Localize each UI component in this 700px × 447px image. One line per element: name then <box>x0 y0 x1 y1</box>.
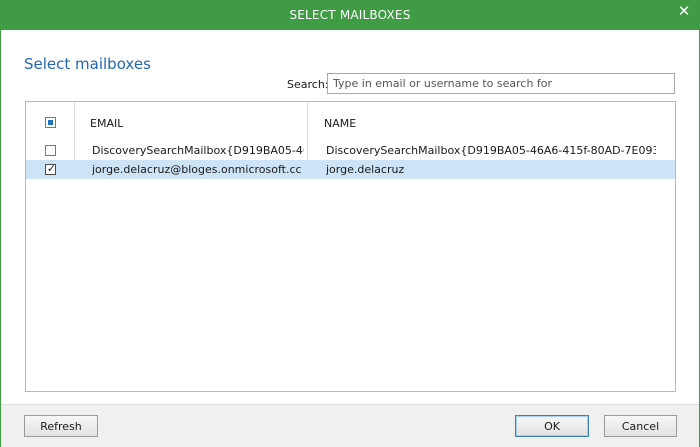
close-button[interactable]: ✕ <box>669 1 699 23</box>
row-checkbox[interactable]: ✓ <box>45 162 57 175</box>
row-checkbox[interactable] <box>45 145 56 156</box>
email-cell: jorge.delacruz@bloges.onmicrosoft.cc <box>92 163 302 176</box>
email-cell: DiscoverySearchMailbox{D919BA05-46 <box>92 144 304 157</box>
table-row[interactable]: DiscoverySearchMailbox{D919BA05-46 Disco… <box>26 141 675 160</box>
name-cell: DiscoverySearchMailbox{D919BA05-46A6-415… <box>326 144 656 157</box>
select-all-checkbox[interactable] <box>45 117 56 128</box>
column-header-email[interactable]: EMAIL <box>90 117 123 130</box>
dialog-window: SELECT MAILBOXES ✕ Select mailboxes Sear… <box>0 0 700 447</box>
search-input[interactable] <box>327 73 675 94</box>
mailbox-grid: EMAIL NAME DiscoverySearchMailbox{D919BA… <box>25 101 676 392</box>
checkmark-icon: ✓ <box>46 162 57 175</box>
grid-header: EMAIL NAME <box>26 102 675 142</box>
name-cell: jorge.delacruz <box>326 163 405 176</box>
ok-button[interactable]: OK <box>515 415 589 437</box>
cancel-button[interactable]: Cancel <box>604 415 677 437</box>
close-icon: ✕ <box>677 2 691 20</box>
search-label: Search: <box>287 78 329 91</box>
refresh-button[interactable]: Refresh <box>24 415 98 437</box>
column-header-name[interactable]: NAME <box>324 117 356 130</box>
dialog-footer: Refresh OK Cancel <box>1 404 699 447</box>
title-bar: SELECT MAILBOXES ✕ <box>1 1 699 30</box>
page-heading: Select mailboxes <box>24 55 151 73</box>
table-row[interactable]: ✓ jorge.delacruz@bloges.onmicrosoft.cc j… <box>26 160 675 179</box>
window-title: SELECT MAILBOXES <box>289 8 411 22</box>
